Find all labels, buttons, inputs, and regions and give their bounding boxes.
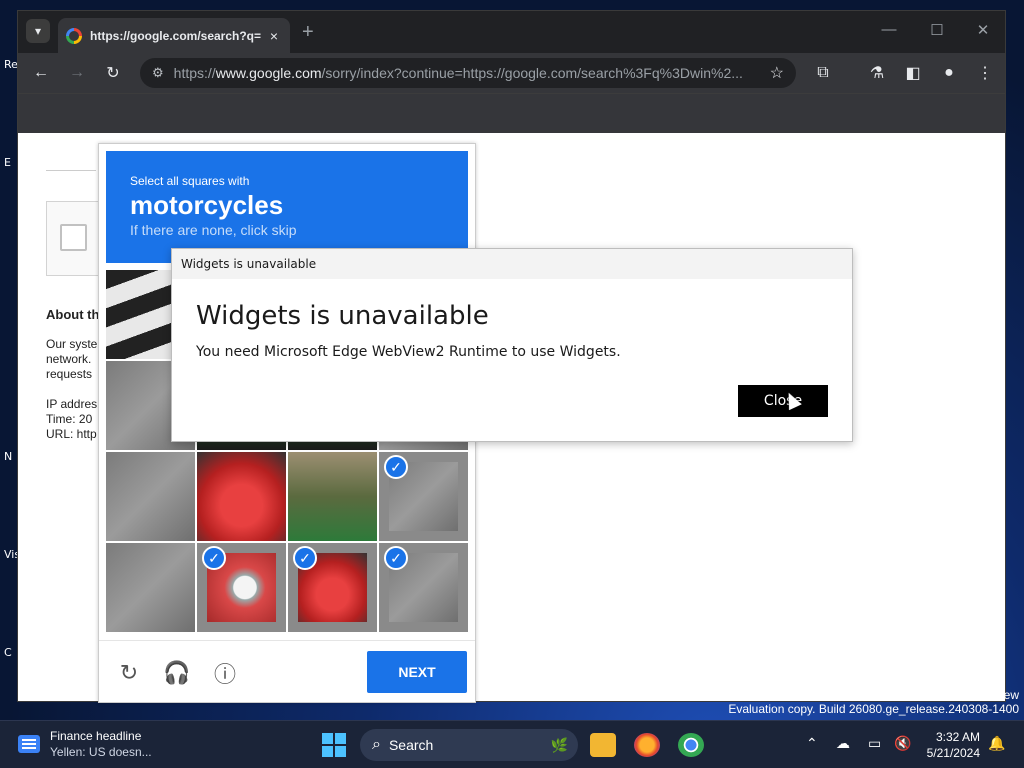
recaptcha-checkbox[interactable] xyxy=(60,224,87,251)
about-heading: About th xyxy=(46,307,100,322)
news-subtitle: Yellen: US doesn... xyxy=(50,745,152,759)
notification-bell-icon[interactable]: 🔔 xyxy=(988,735,1005,752)
checkmark-icon: ✓ xyxy=(384,455,408,479)
chevron-up-icon[interactable]: ⌃ xyxy=(806,735,818,752)
profile-icon[interactable]: ● xyxy=(938,62,960,84)
news-icon xyxy=(18,735,40,753)
onedrive-cloud-icon[interactable]: ☁ xyxy=(836,735,850,752)
desktop-icon-label[interactable]: Re xyxy=(4,58,18,71)
address-url: https://www.google.com/sorry/index?conti… xyxy=(173,65,743,81)
browser-toolbar: ← → ↻ ⚙ https://www.google.com/sorry/ind… xyxy=(18,53,1005,93)
search-highlight-icon: 🌿 xyxy=(550,736,568,753)
volume-muted-icon[interactable]: 🔇 xyxy=(894,735,911,752)
system-clock[interactable]: 3:32 AM 5/21/2024 xyxy=(918,729,980,761)
chrome-icon[interactable] xyxy=(678,733,704,757)
close-window-button[interactable]: ✕ xyxy=(968,21,998,39)
captcha-tile[interactable] xyxy=(106,543,195,632)
labs-flask-icon[interactable]: ⚗ xyxy=(866,62,888,84)
audio-headphones-icon[interactable]: 🎧 xyxy=(163,659,191,687)
maximize-button[interactable]: ☐ xyxy=(922,21,952,39)
news-title: Finance headline xyxy=(50,729,142,743)
captcha-tile[interactable] xyxy=(197,452,286,541)
checkmark-icon: ✓ xyxy=(293,546,317,570)
captcha-skip-hint: If there are none, click skip xyxy=(130,222,297,238)
info-icon[interactable]: ⓘ xyxy=(211,659,239,687)
divider xyxy=(46,170,96,171)
recaptcha-widget xyxy=(46,201,106,276)
captcha-header: Select all squares with motorcycles If t… xyxy=(106,151,468,263)
tab-strip: ▾ https://google.com/search?q= × + — ☐ ✕ xyxy=(18,11,1005,53)
desktop-icon-label[interactable]: C xyxy=(4,646,18,659)
desktop-icon-label[interactable]: Vis xyxy=(4,548,20,561)
search-label: Search xyxy=(388,737,434,753)
evaluation-watermark: ew Evaluation copy. Build 26080.ge_relea… xyxy=(728,688,1019,716)
search-icon: ⌕ xyxy=(372,736,381,753)
reload-challenge-icon[interactable]: ↻ xyxy=(115,659,143,687)
next-button[interactable]: NEXT xyxy=(367,651,467,693)
widgets-error-dialog: Widgets is unavailable Widgets is unavai… xyxy=(171,248,853,442)
tab-title: https://google.com/search?q= xyxy=(90,28,262,43)
captcha-tile[interactable] xyxy=(106,452,195,541)
file-explorer-icon[interactable] xyxy=(590,733,616,757)
captcha-tile-selected[interactable]: ✓ xyxy=(288,543,377,632)
captcha-tile[interactable] xyxy=(288,452,377,541)
taskbar: Finance headline Yellen: US doesn... ⌕ S… xyxy=(0,720,1024,768)
info-bar xyxy=(18,93,1005,133)
tab-search-button[interactable]: ▾ xyxy=(26,19,50,43)
minimize-button[interactable]: — xyxy=(874,21,904,38)
taskbar-search[interactable]: ⌕ Search 🌿 xyxy=(360,729,578,761)
back-arrow-icon[interactable]: ← xyxy=(30,62,52,84)
desktop-icon-label[interactable]: N xyxy=(4,450,18,463)
side-panel-icon[interactable]: ◧ xyxy=(902,62,924,84)
network-icon[interactable]: ▭ xyxy=(868,735,881,752)
captcha-tile-selected[interactable]: ✓ xyxy=(379,543,468,632)
google-favicon-icon xyxy=(66,27,82,44)
new-tab-button[interactable]: + xyxy=(302,21,314,44)
reload-icon[interactable]: ↻ xyxy=(102,62,124,84)
dialog-message: You need Microsoft Edge WebView2 Runtime… xyxy=(196,344,621,360)
extensions-icon[interactable]: ⧉ xyxy=(812,62,834,84)
checkmark-icon: ✓ xyxy=(202,546,226,570)
bookmark-star-icon[interactable]: ☆ xyxy=(770,63,784,83)
tab-close-icon[interactable]: × xyxy=(266,28,282,44)
tab-active[interactable]: https://google.com/search?q= × xyxy=(58,18,290,53)
menu-kebab-icon[interactable]: ⋮ xyxy=(974,62,996,84)
firefox-icon[interactable] xyxy=(634,733,660,757)
address-bar[interactable]: ⚙ https://www.google.com/sorry/index?con… xyxy=(140,58,796,88)
site-settings-icon[interactable]: ⚙ xyxy=(152,65,164,81)
dialog-close-button[interactable]: Close xyxy=(738,385,828,417)
captcha-target: motorcycles xyxy=(130,190,284,220)
captcha-tile-selected[interactable]: ✓ xyxy=(379,452,468,541)
desktop-icon-label[interactable]: E xyxy=(4,156,18,169)
checkmark-icon: ✓ xyxy=(384,546,408,570)
forward-arrow-icon[interactable]: → xyxy=(66,62,88,84)
captcha-instruction: Select all squares with xyxy=(130,174,250,188)
widgets-news-button[interactable]: Finance headline Yellen: US doesn... xyxy=(18,729,152,759)
dialog-title: Widgets is unavailable xyxy=(172,249,852,279)
captcha-tile-selected[interactable]: ✓ xyxy=(197,543,286,632)
captcha-footer: ↻ 🎧 ⓘ NEXT xyxy=(99,640,475,704)
start-windows-icon[interactable] xyxy=(322,733,346,757)
dialog-heading: Widgets is unavailable xyxy=(196,301,489,331)
